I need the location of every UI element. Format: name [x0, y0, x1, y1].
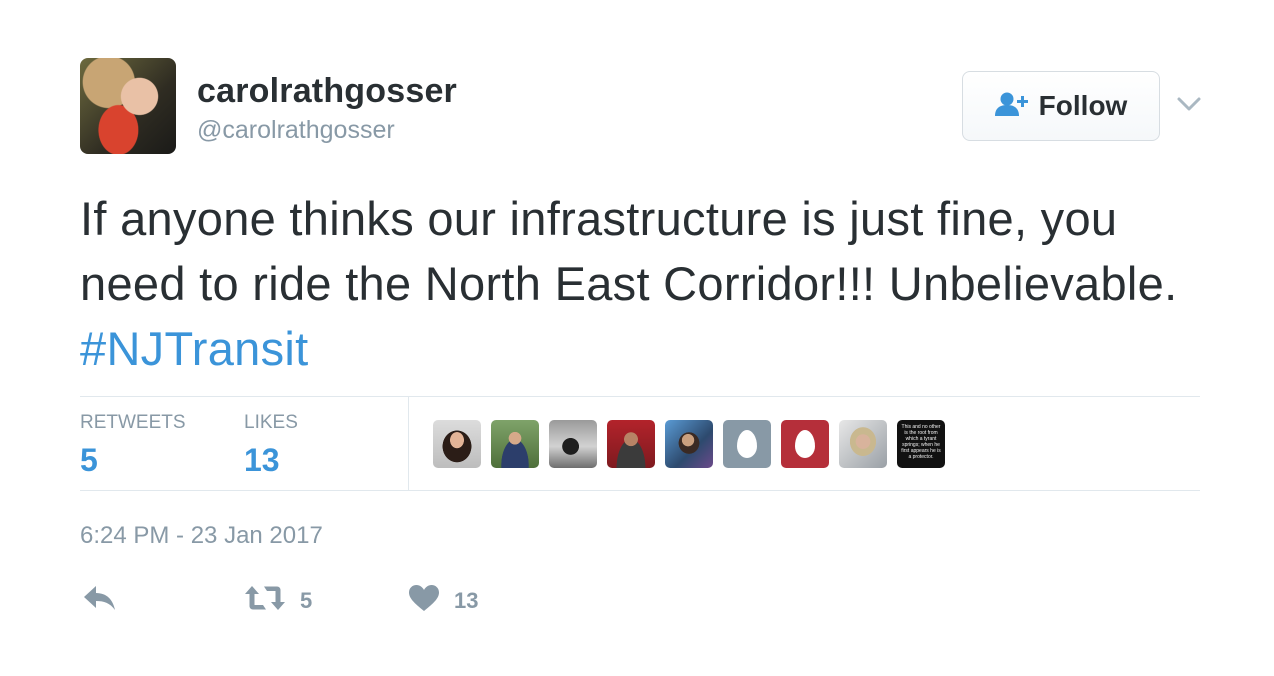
reply-button[interactable]: [82, 584, 118, 617]
user-handle[interactable]: @carolrathgosser: [197, 116, 395, 145]
liker-avatar-8[interactable]: [839, 420, 887, 468]
display-name[interactable]: carolrathgosser: [197, 72, 457, 111]
retweets-stat[interactable]: RETWEETS 5: [80, 412, 186, 479]
default-egg-icon: [737, 430, 757, 458]
reply-arrow-icon: [82, 584, 118, 617]
liker-avatar-9[interactable]: This and no other is the root from which…: [897, 420, 945, 468]
likers-avatar-row: This and no other is the root from which…: [433, 420, 945, 468]
retweets-label: RETWEETS: [80, 412, 186, 433]
liker-avatar-5[interactable]: [665, 420, 713, 468]
quote-image-text: This and no other is the root from which…: [901, 424, 941, 460]
retweets-count: 5: [80, 442, 98, 478]
liker-avatar-3[interactable]: [549, 420, 597, 468]
likes-stat[interactable]: LIKES 13: [244, 412, 298, 479]
heart-icon: [408, 584, 440, 617]
likes-count: 13: [244, 442, 280, 478]
retweet-count: 5: [300, 587, 313, 613]
tweet-text-body: If anyone thinks our infrastructure is j…: [80, 192, 1178, 310]
retweet-icon: [244, 584, 286, 617]
more-options-chevron-down-icon[interactable]: [1176, 92, 1202, 116]
follow-person-plus-icon: [994, 91, 1029, 122]
profile-avatar[interactable]: [80, 58, 176, 154]
tweet-text: If anyone thinks our infrastructure is j…: [80, 186, 1220, 381]
stats-bottom-divider: [80, 490, 1200, 491]
stats-top-divider: [80, 396, 1200, 397]
follow-button-label: Follow: [1038, 90, 1128, 121]
like-button[interactable]: 13: [408, 584, 478, 617]
liker-avatar-4[interactable]: [607, 420, 655, 468]
hashtag-link[interactable]: #NJTransit: [80, 322, 308, 375]
liker-avatar-6[interactable]: [723, 420, 771, 468]
likes-label: LIKES: [244, 412, 298, 433]
default-egg-icon: [795, 430, 815, 458]
retweet-button[interactable]: 5: [244, 584, 312, 617]
liker-avatar-1[interactable]: [433, 420, 481, 468]
liker-avatar-7[interactable]: [781, 420, 829, 468]
like-count: 13: [454, 587, 479, 613]
liker-avatar-2[interactable]: [491, 420, 539, 468]
stats-vertical-divider: [408, 397, 409, 490]
tweet-timestamp[interactable]: 6:24 PM - 23 Jan 2017: [80, 522, 323, 550]
follow-button[interactable]: Follow: [962, 71, 1160, 141]
